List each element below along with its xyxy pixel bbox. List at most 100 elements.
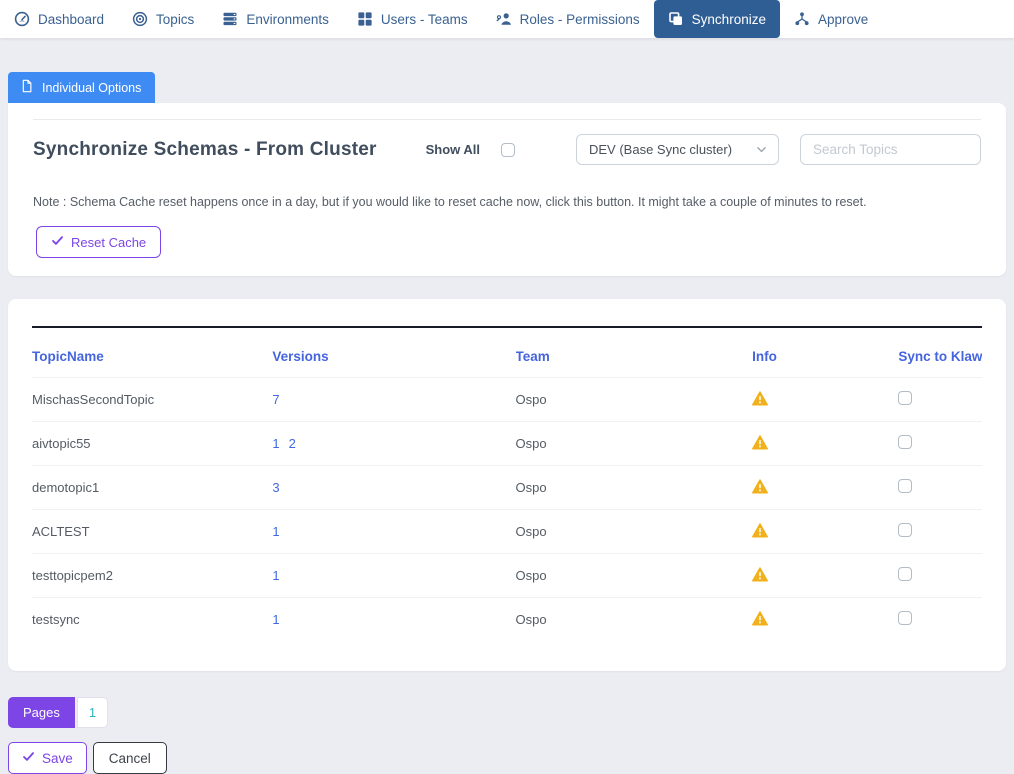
nav-item-topics[interactable]: Topics	[118, 0, 208, 38]
nav-item-label: Approve	[818, 12, 868, 27]
sync-cell	[898, 435, 982, 452]
nav-item-label: Environments	[246, 12, 329, 27]
topic-name: testsync	[32, 612, 272, 627]
sitemap-icon	[794, 11, 810, 27]
warning-icon[interactable]	[752, 435, 768, 450]
sync-to-klaw-checkbox[interactable]	[898, 523, 912, 537]
table-row: testsync 1 Ospo	[32, 597, 982, 641]
version-link[interactable]: 7	[272, 392, 279, 407]
warning-icon[interactable]	[752, 391, 768, 406]
cache-note-text: Note : Schema Cache reset happens once i…	[33, 195, 981, 209]
version-links: 7	[272, 392, 515, 407]
team-name: Ospo	[516, 480, 753, 495]
reset-cache-button[interactable]: Reset Cache	[36, 226, 161, 258]
nav-item-label: Dashboard	[38, 12, 104, 27]
check-icon	[22, 750, 35, 766]
nav-item-dashboard[interactable]: Dashboard	[0, 0, 118, 38]
cluster-select[interactable]: DEV (Base Sync cluster)	[576, 134, 779, 165]
warning-icon[interactable]	[752, 479, 768, 494]
nav-item-label: Synchronize	[692, 12, 766, 27]
info-cell	[752, 523, 898, 541]
sync-to-klaw-checkbox[interactable]	[898, 435, 912, 449]
table-row: testtopicpem2 1 Ospo	[32, 553, 982, 597]
table-header-row: TopicNameVersionsTeamInfoSync to Klaw	[32, 328, 982, 377]
team-name: Ospo	[516, 612, 753, 627]
topic-name: aivtopic55	[32, 436, 272, 451]
nav-item-synchronize[interactable]: Synchronize	[654, 0, 780, 38]
gauge-icon	[14, 11, 30, 27]
page-title: Synchronize Schemas - From Cluster	[33, 139, 377, 161]
warning-icon[interactable]	[752, 523, 768, 538]
reset-cache-label: Reset Cache	[71, 235, 146, 250]
column-header-info: Info	[752, 349, 898, 364]
sync-cell	[898, 567, 982, 584]
show-all-checkbox[interactable]	[501, 143, 515, 157]
table-row: ACLTEST 1 Ospo	[32, 509, 982, 553]
table-row: aivtopic55 12 Ospo	[32, 421, 982, 465]
page-number-button[interactable]: 1	[77, 697, 108, 728]
show-all-label: Show All	[426, 142, 480, 157]
table-row: MischasSecondTopic 7 Ospo	[32, 377, 982, 421]
version-link[interactable]: 1	[272, 612, 279, 627]
version-links: 1	[272, 568, 515, 583]
page-buttons: 1	[75, 697, 108, 728]
version-links: 3	[272, 480, 515, 495]
sync-to-klaw-checkbox[interactable]	[898, 567, 912, 581]
sync-to-klaw-checkbox[interactable]	[898, 391, 912, 405]
sync-cell	[898, 523, 982, 540]
nav-item-approve[interactable]: Approve	[780, 0, 882, 38]
version-link[interactable]: 3	[272, 480, 279, 495]
nav-item-label: Topics	[156, 12, 194, 27]
version-link[interactable]: 1	[272, 568, 279, 583]
version-link[interactable]: 1	[272, 436, 279, 451]
save-button[interactable]: Save	[8, 742, 87, 774]
nav-item-users-teams[interactable]: Users - Teams	[343, 0, 482, 38]
sync-to-klaw-checkbox[interactable]	[898, 611, 912, 625]
search-topics-input[interactable]	[800, 134, 981, 165]
page-content: Individual Options Synchronize Schemas -…	[0, 38, 1014, 774]
warning-icon[interactable]	[752, 567, 768, 582]
nav-item-environments[interactable]: Environments	[208, 0, 343, 38]
version-link[interactable]: 2	[289, 436, 296, 451]
nav-item-label: Roles - Permissions	[520, 12, 640, 27]
column-header-team: Team	[516, 349, 753, 364]
team-name: Ospo	[516, 568, 753, 583]
form-actions: Save Cancel	[8, 742, 1006, 774]
warning-icon[interactable]	[752, 611, 768, 626]
sync-to-klaw-checkbox[interactable]	[898, 479, 912, 493]
pages-label-button: Pages	[8, 697, 75, 728]
schemas-table-panel: TopicNameVersionsTeamInfoSync to Klaw Mi…	[8, 299, 1006, 671]
table-body: MischasSecondTopic 7 Ospo aivtopic55 12 …	[32, 377, 982, 641]
bullseye-icon	[132, 11, 148, 27]
topic-name: ACLTEST	[32, 524, 272, 539]
panel-divider	[33, 119, 981, 120]
info-cell	[752, 479, 898, 497]
file-icon	[20, 79, 34, 96]
topic-name: MischasSecondTopic	[32, 392, 272, 407]
topic-name: demotopic1	[32, 480, 272, 495]
nav-item-roles-permissions[interactable]: Roles - Permissions	[482, 0, 654, 38]
info-cell	[752, 567, 898, 585]
panel-header-row: Synchronize Schemas - From Cluster Show …	[33, 134, 981, 165]
pagination: Pages 1	[8, 697, 1006, 728]
sync-cell	[898, 611, 982, 628]
grid-icon	[357, 11, 373, 27]
column-header-sync-to-klaw: Sync to Klaw	[898, 349, 982, 364]
sync-schemas-panel: Synchronize Schemas - From Cluster Show …	[8, 103, 1006, 276]
column-header-topicname: TopicName	[32, 349, 272, 364]
version-links: 1	[272, 612, 515, 627]
version-link[interactable]: 1	[272, 524, 279, 539]
cluster-select-value: DEV (Base Sync cluster)	[589, 142, 732, 157]
column-header-versions: Versions	[272, 349, 515, 364]
team-name: Ospo	[516, 436, 753, 451]
sync-cell	[898, 391, 982, 408]
schemas-table: TopicNameVersionsTeamInfoSync to Klaw Mi…	[32, 326, 982, 641]
table-row: demotopic1 3 Ospo	[32, 465, 982, 509]
version-links: 1	[272, 524, 515, 539]
check-icon	[51, 234, 64, 250]
version-links: 12	[272, 436, 515, 451]
cancel-button[interactable]: Cancel	[93, 742, 167, 774]
tab-individual-options[interactable]: Individual Options	[8, 72, 155, 103]
team-name: Ospo	[516, 392, 753, 407]
chevron-down-icon	[755, 143, 768, 156]
